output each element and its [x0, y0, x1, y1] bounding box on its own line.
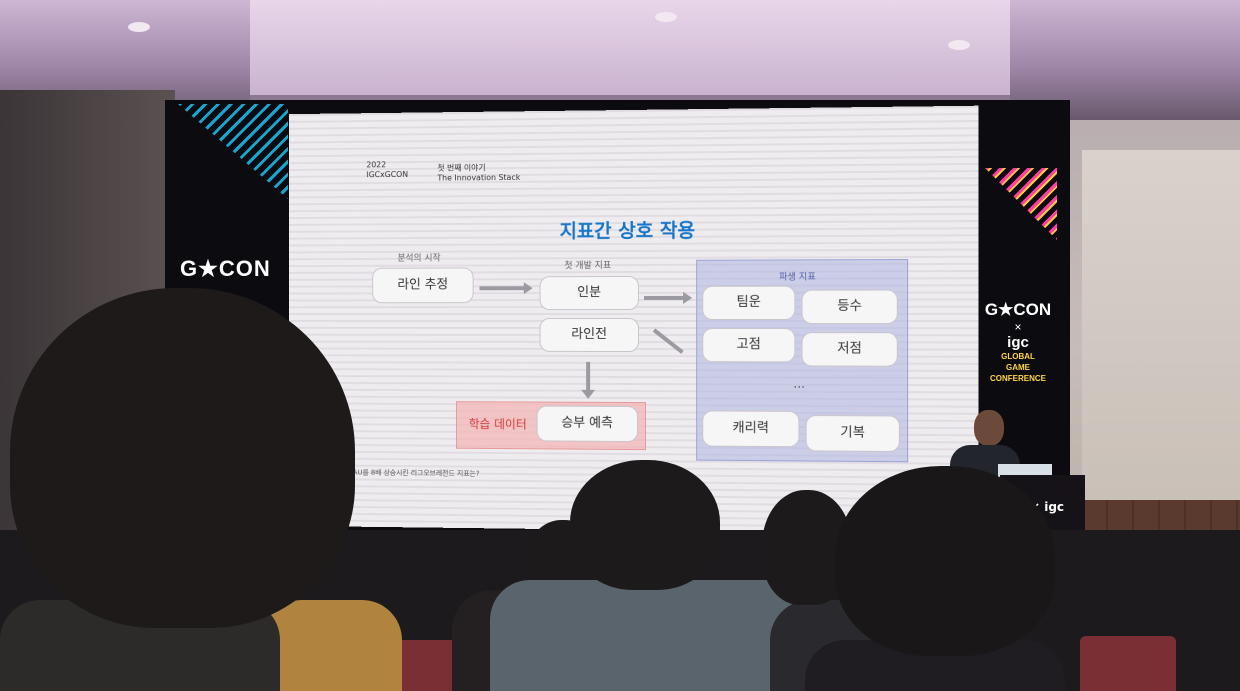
logo-subtitle-1: GLOBAL [1001, 352, 1035, 361]
chair [1080, 636, 1176, 691]
box-deungsu: 등수 [801, 289, 898, 325]
slide-chapter-en: The Innovation Stack [437, 172, 521, 183]
caption-derived: 파생 지표 [779, 272, 816, 283]
caption-first: 첫 개발 지표 [564, 261, 612, 272]
right-wall-panel [1082, 150, 1240, 500]
slide-chapter: 첫 번째 이야기 The Innovation Stack [437, 163, 520, 184]
arrow-right [479, 286, 525, 291]
ceiling-panel [250, 0, 1010, 101]
slide-title: 지표간 상호 작용 [559, 219, 695, 243]
learning-data-label: 학습 데이터 [468, 417, 527, 432]
slide-footnote: MAU를 8배 상승시킨 리그오브레전드 지표는? [347, 468, 480, 478]
box-inbun: 인분 [539, 275, 639, 311]
ceiling-light [948, 40, 970, 50]
audience-head [835, 466, 1055, 656]
audience-member [490, 580, 810, 691]
logo-x: × [1014, 320, 1022, 334]
logo-subtitle-2: GAME CONFERENCE [989, 363, 1046, 383]
box-timun: 팀운 [702, 285, 796, 320]
gcon-logo-text: G★CON [984, 300, 1052, 319]
gcon-logo-left: G★CON [180, 256, 271, 281]
slide-year-line: 2022 [366, 160, 387, 170]
ceiling-light [128, 22, 150, 32]
presenter-head [974, 410, 1004, 446]
arrow-down [586, 361, 591, 390]
box-jeojeom: 저점 [801, 332, 898, 367]
ellipsis: ... [793, 376, 806, 391]
box-line-battle: 라인전 [539, 317, 639, 353]
igc-logo-text: igc [1007, 334, 1029, 351]
audience-member [262, 600, 402, 691]
box-carry: 캐리력 [702, 410, 800, 448]
box-gojeom: 고점 [702, 328, 796, 363]
slide-year: 2022 IGCxGCON [366, 160, 408, 180]
box-gibok: 기복 [805, 414, 900, 453]
ceiling-light [655, 12, 677, 22]
audience-head [570, 460, 720, 590]
slide-event-line: IGCxGCON [366, 169, 409, 180]
box-win-prediction: 승부 예측 [536, 405, 638, 443]
box-line-estimate: 라인 추정 [372, 267, 474, 304]
gcon-igc-logo-right: G★CON × igc GLOBAL GAME CONFERENCE [978, 300, 1058, 384]
arrow-back [652, 328, 684, 354]
audience-head [10, 288, 355, 628]
arrow-right [643, 295, 685, 300]
caption-start: 분석의 시작 [397, 253, 441, 264]
